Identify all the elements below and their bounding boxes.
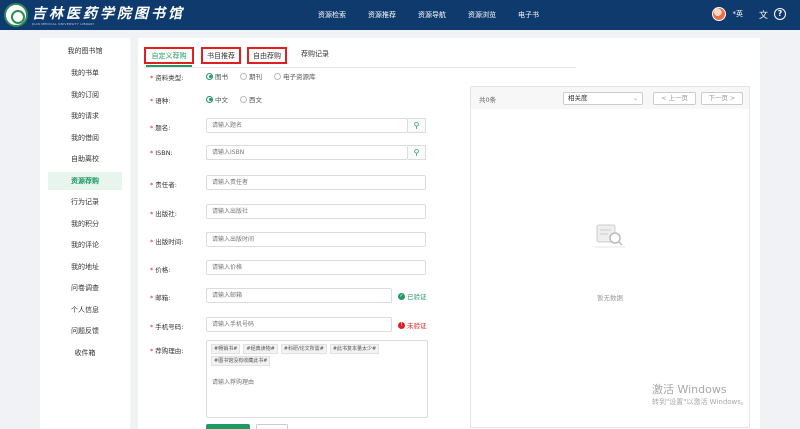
sidebar-item-my-address[interactable]: 我的地址: [48, 258, 122, 276]
reason-tag-research[interactable]: #科研/论文所需#: [280, 344, 327, 354]
title-search-icon[interactable]: ⚲: [408, 118, 426, 133]
reset-button[interactable]: [256, 424, 288, 429]
windows-watermark-title: 激活 Windows: [652, 383, 727, 396]
publisher-label: * 出版社:: [150, 210, 177, 218]
sidebar-item-resource-recommend[interactable]: 资源荐购: [48, 172, 122, 190]
library-logo[interactable]: [4, 3, 28, 27]
library-brand[interactable]: 吉林医药学院图书馆: [32, 3, 185, 23]
reason-label: * 荐购理由:: [150, 347, 184, 355]
sidebar-item-my-points[interactable]: 我的积分: [48, 215, 122, 233]
radio-icon: [274, 72, 281, 80]
publisher-input[interactable]: [206, 204, 426, 219]
lang-label: * 语种:: [150, 97, 171, 105]
nav-resource-search[interactable]: 资源检索: [318, 0, 346, 30]
reason-tag-not-collected[interactable]: #图书馆没有收藏此书#: [211, 356, 271, 366]
tab-catalog-recommend[interactable]: 书目推荐: [201, 47, 241, 64]
next-page-button[interactable]: 下一页 >: [701, 92, 743, 105]
radio-icon: [240, 72, 247, 80]
sidebar-item-self-checkout[interactable]: 自助离校: [48, 150, 122, 168]
date-label: * 出版时间:: [150, 238, 184, 246]
lang-option-western[interactable]: 西文: [240, 94, 262, 104]
empty-data-text: 暂无数据: [597, 294, 623, 302]
sidebar-item-my-comments[interactable]: 我的评论: [48, 236, 122, 254]
price-input[interactable]: [206, 260, 426, 275]
submit-button[interactable]: [206, 424, 250, 429]
reason-textarea[interactable]: [210, 375, 424, 417]
phone-status: ! 未验证: [398, 320, 427, 330]
help-icon[interactable]: ?: [774, 8, 786, 20]
main-panel: 自定义荐购 书目推荐 自由荐购 荐购记录 * 资料类型: 图书 期刊 电子资源库 …: [138, 38, 760, 429]
library-brand-sub: JILIN MEDICAL UNIVERSITY LIBRARY: [32, 22, 95, 26]
reason-box: #畅销书# #经典读物# #科研/论文所需# #此书复本量太少# #图书馆没有收…: [206, 340, 428, 418]
sidebar-item-inbox[interactable]: 收件箱: [48, 344, 122, 362]
date-input[interactable]: [206, 232, 426, 247]
sidebar-item-my-booklist[interactable]: 我的书单: [48, 64, 122, 82]
isbn-search-icon[interactable]: ⚲: [408, 145, 426, 160]
prev-page-button[interactable]: < 上一页: [653, 92, 696, 105]
sidebar-item-my-library[interactable]: 我的图书馆: [48, 42, 122, 60]
sidebar-item-survey[interactable]: 问卷调查: [48, 279, 122, 297]
email-input[interactable]: [206, 288, 392, 303]
reason-tag-bestseller[interactable]: #畅销书#: [211, 344, 241, 354]
type-radio-group: 图书 期刊 电子资源库: [206, 71, 324, 81]
sidebar-item-activity-log[interactable]: 行为记录: [48, 193, 122, 211]
email-status: ✓ 已验证: [398, 292, 427, 301]
radio-icon: [206, 95, 213, 103]
tab-free-recommend[interactable]: 自由荐购: [247, 47, 287, 64]
sort-select-value: 相关度: [568, 94, 588, 102]
sidebar-item-feedback[interactable]: 问题反馈: [48, 322, 122, 340]
lang-option-chinese[interactable]: 中文: [206, 94, 228, 104]
check-icon: ✓: [398, 292, 405, 300]
nav-resource-recommend[interactable]: 资源推荐: [368, 0, 396, 30]
chevron-down-icon: ⌄: [632, 95, 638, 102]
nav-ebook[interactable]: 电子书: [518, 0, 539, 30]
sidebar-item-my-borrow[interactable]: 我的借阅: [48, 129, 122, 147]
sidebar: 我的图书馆 我的书单 我的订阅 我的请求 我的借阅 自助离校 资源荐购 行为记录…: [40, 38, 130, 429]
avatar[interactable]: [712, 7, 727, 21]
sidebar-item-my-request[interactable]: 我的请求: [48, 107, 122, 125]
user-area: *英 文 ?: [712, 7, 786, 21]
reason-tag-few-copies[interactable]: #此书复本量太少#: [329, 344, 380, 354]
results-header: 共0条 相关度 ⌄ < 上一页 下一页 >: [471, 87, 749, 109]
type-label: * 资料类型:: [150, 74, 184, 82]
radio-icon: [240, 95, 247, 103]
isbn-input[interactable]: [206, 145, 408, 160]
isbn-label: * ISBN:: [150, 149, 173, 157]
empty-data-icon: [595, 224, 625, 248]
email-label: * 邮箱:: [150, 294, 171, 302]
title-label: * 题名:: [150, 124, 171, 132]
main-nav: 资源检索 资源推荐 资源导航 资源浏览 电子书: [318, 0, 561, 30]
type-option-journal[interactable]: 期刊: [240, 71, 262, 81]
radio-icon: [206, 72, 213, 80]
windows-watermark-sub: 转到"设置"以激活 Windows。: [652, 398, 748, 406]
recommend-tabs: 自定义荐购 书目推荐 自由荐购 荐购记录: [144, 46, 576, 68]
results-panel: 共0条 相关度 ⌄ < 上一页 下一页 > 暂无数据: [470, 86, 750, 428]
type-option-book[interactable]: 图书: [206, 71, 228, 81]
tab-custom-recommend[interactable]: 自定义荐购: [144, 47, 194, 67]
price-label: * 价格:: [150, 266, 171, 274]
reason-tag-classic[interactable]: #经典读物#: [243, 344, 278, 354]
phone-input[interactable]: [206, 317, 392, 332]
sort-select[interactable]: 相关度 ⌄: [563, 92, 643, 105]
author-input[interactable]: [206, 175, 426, 190]
user-name[interactable]: *英: [732, 9, 743, 19]
tab-recommend-history[interactable]: 荐购记录: [295, 47, 335, 64]
author-label: * 责任者:: [150, 181, 177, 189]
nav-resource-browse[interactable]: 资源浏览: [468, 0, 496, 30]
phone-label: * 手机号码:: [150, 323, 184, 331]
sidebar-item-my-subscription[interactable]: 我的订阅: [48, 86, 122, 104]
result-count: 共0条: [479, 96, 497, 104]
title-input[interactable]: [206, 118, 408, 133]
translate-icon[interactable]: 文: [759, 8, 768, 21]
lang-radio-group: 中文 西文: [206, 94, 270, 104]
sidebar-item-personal-info[interactable]: 个人信息: [48, 301, 122, 319]
type-option-eresource[interactable]: 电子资源库: [274, 71, 316, 81]
nav-resource-navigation[interactable]: 资源导航: [418, 0, 446, 30]
alert-icon: !: [398, 321, 405, 329]
top-bar: 吉林医药学院图书馆 JILIN MEDICAL UNIVERSITY LIBRA…: [0, 0, 800, 30]
reason-tags: #畅销书# #经典读物# #科研/论文所需# #此书复本量太少# #图书馆没有收…: [207, 341, 427, 369]
